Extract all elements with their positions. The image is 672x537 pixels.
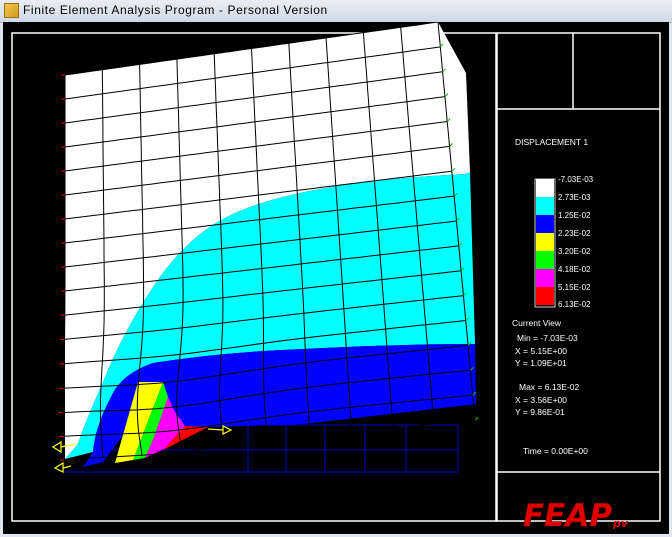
max-x-value: X = 3.56E+00 xyxy=(515,395,567,405)
legend-value-1: -7.03E-03 xyxy=(558,175,594,184)
load-arrow-2 xyxy=(53,461,64,473)
app-icon xyxy=(4,3,19,18)
legend-value-7: 5.15E-02 xyxy=(558,283,591,292)
contour-fills xyxy=(65,22,476,467)
legend-swatch-4 xyxy=(536,233,554,251)
bc-mark-right xyxy=(474,416,479,421)
legend-value-3: 1.25E-02 xyxy=(558,211,591,220)
max-value: Max = 6.13E-02 xyxy=(519,382,580,392)
legend-value-2: 2.73E-03 xyxy=(558,193,591,202)
graphics-canvas[interactable]: DISPLACEMENT 1 -7.03E-03 2.73E-03 1.25E-… xyxy=(3,22,669,534)
feap-logo: FEAP pv xyxy=(523,500,629,530)
legend-swatch-6 xyxy=(536,269,554,287)
legend-swatch-2 xyxy=(536,197,554,215)
legend-title: DISPLACEMENT 1 xyxy=(515,137,589,147)
legend-value-8: 6.13E-02 xyxy=(558,300,591,309)
legend-value-6: 4.18E-02 xyxy=(558,265,591,274)
legend-swatch-1 xyxy=(536,179,554,197)
title-bar[interactable]: Finite Element Analysis Program - Person… xyxy=(0,0,672,23)
logo-suffix: pv xyxy=(612,517,629,530)
legend-swatch-3 xyxy=(536,215,554,233)
time-value: Time = 0.00E+00 xyxy=(523,446,588,456)
logo-text: FEAP xyxy=(523,500,612,530)
min-y-value: Y = 1.09E+01 xyxy=(515,358,567,368)
min-value: Min = -7.03E-03 xyxy=(517,333,578,343)
legend-value-4: 2.23E-02 xyxy=(558,229,591,238)
contour-plot[interactable] xyxy=(3,22,669,534)
legend-value-5: 3.20E-02 xyxy=(558,247,591,256)
load-arrow-1 xyxy=(51,440,62,454)
feap-window: Finite Element Analysis Program - Person… xyxy=(0,0,672,537)
min-x-value: X = 5.15E+00 xyxy=(515,346,567,356)
window-title: Finite Element Analysis Program - Person… xyxy=(23,3,328,17)
max-y-value: Y = 9.86E-01 xyxy=(515,407,565,417)
current-view-label: Current View xyxy=(512,318,561,328)
legend-swatch-5 xyxy=(536,251,554,269)
legend-swatch-7 xyxy=(536,287,554,305)
load-arrow-3 xyxy=(222,425,233,435)
